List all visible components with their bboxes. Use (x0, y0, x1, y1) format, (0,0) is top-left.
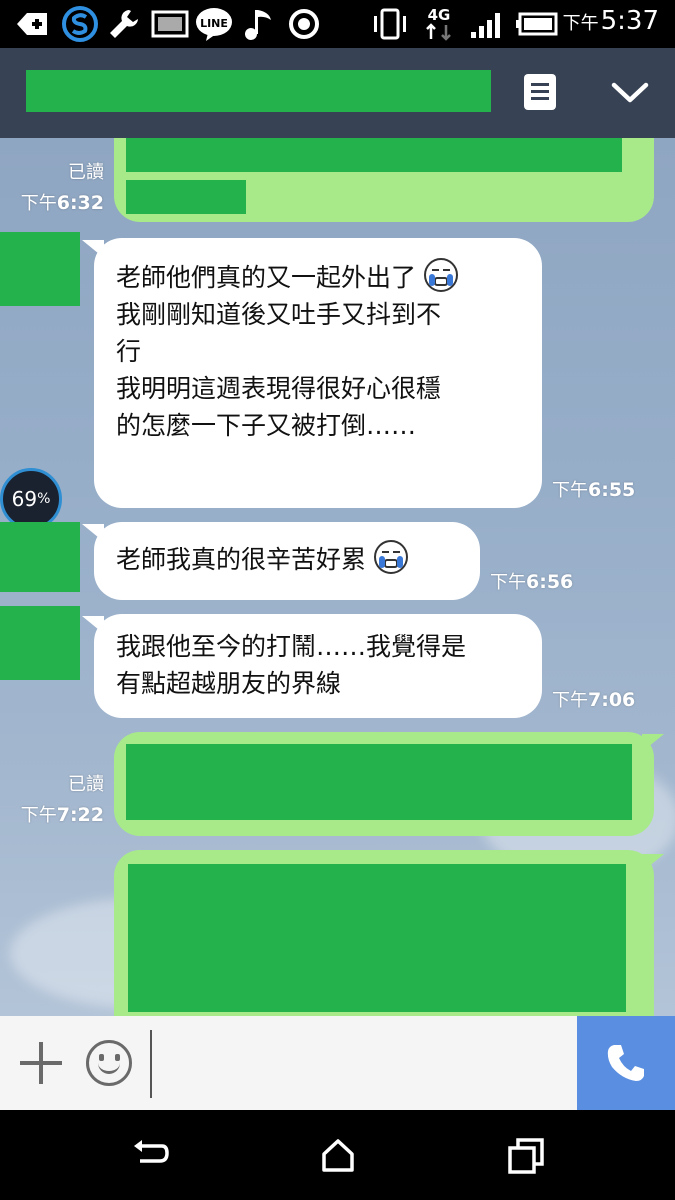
redacted-message (126, 744, 632, 820)
message-line: 的怎麼一下子又被打倒…… (116, 411, 417, 440)
emoji-icon[interactable] (86, 1040, 132, 1086)
battery-overlay-badge[interactable]: 69% (0, 468, 62, 530)
chat-area[interactable]: 已讀 下午6:32 老師他們真的又一起外出了 我剛剛知道後又吐手又抖到不 行 我… (0, 138, 675, 1016)
message-time: 下午6:55 (552, 479, 636, 501)
image-icon (150, 7, 190, 41)
chevron-down-icon[interactable] (608, 76, 652, 108)
message-line: 有點超越朋友的界線 (116, 669, 342, 698)
time-hm: 7:22 (56, 804, 104, 826)
4g-icon: 4G (420, 6, 458, 41)
redacted-avatar[interactable] (0, 522, 80, 592)
crying-emoji-icon (373, 540, 408, 574)
message-line: 老師我真的很辛苦好累 (116, 540, 458, 578)
clock-time: 5:37 (600, 6, 659, 36)
add-notification-icon (14, 7, 50, 41)
wrench-icon (106, 7, 142, 41)
time-ampm: 下午 (20, 805, 57, 826)
svg-text:4G: 4G (428, 6, 451, 24)
back-icon[interactable] (130, 1136, 170, 1176)
message-line: 行 (116, 337, 142, 366)
badge-value: 69 (11, 487, 38, 511)
incoming-bubble[interactable]: 老師他們真的又一起外出了 我剛剛知道後又吐手又抖到不 行 我明明這週表現得很好心… (94, 238, 542, 508)
battery-icon (516, 7, 560, 41)
clock-ampm: 下午 (562, 13, 599, 34)
message-line: 老師他們真的又一起外出了 (116, 258, 520, 296)
chat-header (0, 48, 675, 138)
outgoing-bubble[interactable] (114, 732, 654, 836)
message-time: 下午6:56 (490, 571, 574, 593)
redacted-avatar[interactable] (0, 232, 80, 306)
crying-emoji-icon (423, 258, 458, 292)
redacted-message (126, 138, 622, 172)
outgoing-bubble[interactable] (114, 138, 654, 222)
recent-apps-icon[interactable] (506, 1136, 546, 1176)
notes-icon[interactable] (524, 74, 556, 110)
svg-text:LINE: LINE (200, 17, 228, 30)
s-app-icon (60, 6, 100, 42)
message-line: 我跟他至今的打鬧……我覺得是 (116, 632, 467, 661)
phone-icon (607, 1045, 644, 1081)
vibrate-icon (370, 7, 410, 41)
message-input[interactable] (150, 1030, 570, 1098)
read-receipt: 已讀 (68, 774, 104, 795)
read-receipt: 已讀 (68, 162, 104, 183)
status-bar: LINE 4G 下午 5:37 (0, 0, 675, 48)
call-button[interactable] (577, 1016, 675, 1110)
incoming-bubble[interactable]: 我跟他至今的打鬧……我覺得是 有點超越朋友的界線 (94, 614, 542, 718)
outgoing-bubble[interactable] (114, 850, 654, 1016)
time-hm: 6:32 (56, 192, 104, 214)
message-meta: 已讀 下午6:32 (10, 158, 104, 219)
record-icon (284, 7, 324, 41)
incoming-bubble[interactable]: 老師我真的很辛苦好累 (94, 522, 480, 600)
signal-icon (468, 7, 508, 41)
message-input-bar (0, 1016, 675, 1110)
time-ampm: 下午 (20, 193, 57, 214)
home-icon[interactable] (318, 1136, 358, 1176)
redacted-message (128, 864, 626, 1012)
message-line: 我剛剛知道後又吐手又抖到不 (116, 300, 442, 329)
redacted-message (126, 180, 246, 214)
line-icon: LINE (194, 7, 234, 41)
message-time: 下午7:06 (552, 689, 636, 711)
redacted-avatar[interactable] (0, 606, 80, 680)
redacted-chat-title (26, 70, 491, 112)
badge-unit: % (37, 491, 51, 507)
message-meta: 已讀 下午7:22 (10, 770, 104, 831)
add-attachment-icon[interactable] (18, 1040, 64, 1086)
music-icon (240, 7, 276, 41)
message-line: 我明明這週表現得很好心很穩 (116, 374, 442, 403)
navigation-bar (0, 1110, 675, 1200)
status-clock: 下午 5:37 (563, 6, 659, 42)
